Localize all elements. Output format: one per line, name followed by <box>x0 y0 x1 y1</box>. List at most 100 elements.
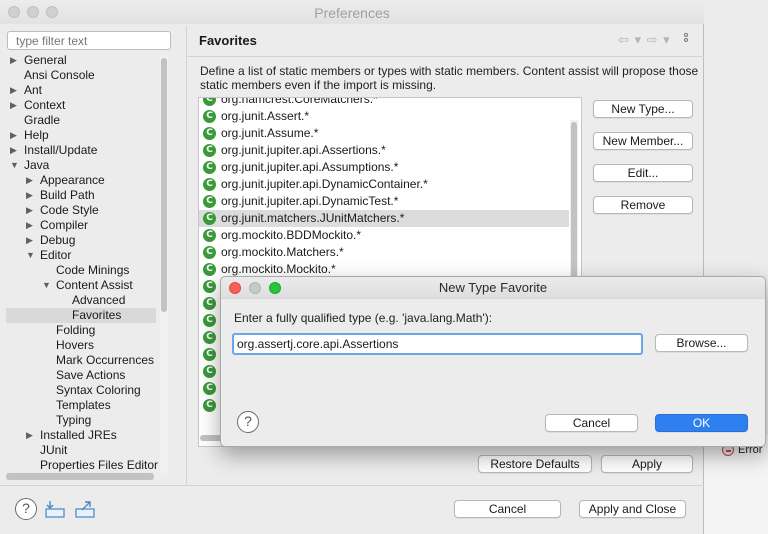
class-icon: C <box>203 195 216 208</box>
tree-item[interactable]: ▶ General <box>6 53 156 68</box>
favorite-row[interactable]: Corg.mockito.BDDMockito.* <box>199 227 569 244</box>
expand-arrow-icon[interactable]: ▶ <box>26 428 33 443</box>
tree-item[interactable]: ▼ Editor <box>6 248 156 263</box>
class-icon: C <box>203 365 216 378</box>
type-name-input[interactable] <box>232 333 643 355</box>
collapse-arrow-icon[interactable]: ▼ <box>26 248 35 263</box>
new-member-button[interactable]: New Member... <box>593 132 693 150</box>
dialog-title: New Type Favorite <box>438 280 548 295</box>
tree-item-label: Debug <box>40 233 76 247</box>
tree-item-label: Content Assist <box>56 278 133 292</box>
class-icon: C <box>203 297 216 310</box>
tree-item[interactable]: Hovers <box>6 338 156 353</box>
expand-arrow-icon[interactable]: ▶ <box>26 218 33 233</box>
expand-arrow-icon[interactable]: ▶ <box>26 188 33 203</box>
expand-arrow-icon[interactable]: ▶ <box>26 233 33 248</box>
collapse-arrow-icon[interactable]: ▼ <box>10 158 19 173</box>
tree-item[interactable]: Save Actions <box>6 368 156 383</box>
sash-divider[interactable] <box>186 26 187 486</box>
new-type-button[interactable]: New Type... <box>593 100 693 118</box>
favorite-label: org.junit.jupiter.api.DynamicContainer.* <box>221 177 428 191</box>
favorites-vertical-scroll-thumb[interactable] <box>571 122 577 282</box>
favorite-label: org.mockito.BDDMockito.* <box>221 228 362 242</box>
tree-item-label: JUnit <box>40 443 68 457</box>
edit-button[interactable]: Edit... <box>593 164 693 182</box>
apply-and-close-button[interactable]: Apply and Close <box>579 500 686 518</box>
class-icon: C <box>203 161 216 174</box>
tree-item-label: Code Minings <box>56 263 130 277</box>
favorite-row[interactable]: Corg.junit.jupiter.api.Assertions.* <box>199 142 569 159</box>
tree-item[interactable]: Templates <box>6 398 156 413</box>
favorite-label: org.junit.jupiter.api.DynamicTest.* <box>221 194 399 208</box>
tree-item[interactable]: ▶ Context <box>6 98 156 113</box>
tree-item[interactable]: ▶ Help <box>6 128 156 143</box>
favorite-row[interactable]: Corg.junit.Assert.* <box>199 108 569 125</box>
help-icon[interactable]: ? <box>15 498 37 520</box>
apply-button[interactable]: Apply <box>601 455 693 473</box>
tree-item[interactable]: ▶ Ant <box>6 83 156 98</box>
export-preferences-icon[interactable] <box>74 498 96 520</box>
dialog-ok-button[interactable]: OK <box>655 414 748 432</box>
forward-arrow-icon[interactable]: ⇨ ▾ <box>647 32 671 47</box>
favorite-row[interactable]: Corg.mockito.Matchers.* <box>199 244 569 261</box>
tree-item[interactable]: Ansi Console <box>6 68 156 83</box>
page-title: Favorites <box>199 33 257 48</box>
view-menu-icon[interactable] <box>684 33 690 47</box>
tree-item[interactable]: Code Minings <box>6 263 156 278</box>
favorite-row[interactable]: Corg.hamcrest.CoreMatchers.* <box>199 98 569 108</box>
tree-item[interactable]: Gradle <box>6 113 156 128</box>
tree-item[interactable]: ▶ Code Style <box>6 203 156 218</box>
tree-item[interactable]: JUnit <box>6 443 156 458</box>
tree-item[interactable]: ▶ Installed JREs <box>6 428 156 443</box>
filter-input[interactable] <box>7 31 171 50</box>
tree-item-label: Typing <box>56 413 92 427</box>
tree-item[interactable]: Folding <box>6 323 156 338</box>
remove-button[interactable]: Remove <box>593 196 693 214</box>
collapse-arrow-icon[interactable]: ▼ <box>42 278 51 293</box>
class-icon: C <box>203 382 216 395</box>
favorite-row[interactable]: Corg.junit.jupiter.api.DynamicTest.* <box>199 193 569 210</box>
tree-item[interactable]: Favorites <box>6 308 156 323</box>
favorite-row[interactable]: Corg.junit.jupiter.api.DynamicContainer.… <box>199 176 569 193</box>
dialog-titlebar: New Type Favorite <box>221 277 765 299</box>
favorite-row[interactable]: Corg.junit.matchers.JUnitMatchers.* <box>199 210 569 227</box>
tree-vertical-scroll-thumb[interactable] <box>161 58 167 312</box>
dialog-cancel-button[interactable]: Cancel <box>545 414 638 432</box>
cancel-button[interactable]: Cancel <box>454 500 561 518</box>
tree-item[interactable]: ▶ Debug <box>6 233 156 248</box>
expand-arrow-icon[interactable]: ▶ <box>26 173 33 188</box>
tree-item-label: Appearance <box>40 173 105 187</box>
tree-item[interactable]: ▼ Java <box>6 158 156 173</box>
tree-item[interactable]: ▼ Content Assist <box>6 278 156 293</box>
dialog-help-icon[interactable]: ? <box>237 411 259 433</box>
class-icon: C <box>203 348 216 361</box>
favorite-label: org.junit.matchers.JUnitMatchers.* <box>221 211 405 225</box>
favorite-row[interactable]: Corg.junit.Assume.* <box>199 125 569 142</box>
expand-arrow-icon[interactable]: ▶ <box>10 98 17 113</box>
favorite-row[interactable]: Corg.junit.jupiter.api.Assumptions.* <box>199 159 569 176</box>
class-icon: C <box>203 399 216 412</box>
tree-item[interactable]: Advanced <box>6 293 156 308</box>
class-icon: C <box>203 280 216 293</box>
expand-arrow-icon[interactable]: ▶ <box>10 143 17 158</box>
tree-item[interactable]: ▶ Build Path <box>6 188 156 203</box>
tree-item[interactable]: Properties Files Editor <box>6 458 158 473</box>
expand-arrow-icon[interactable]: ▶ <box>10 83 17 98</box>
import-preferences-icon[interactable] <box>44 498 66 520</box>
tree-item[interactable]: Mark Occurrences <box>6 353 156 368</box>
tree-item[interactable]: ▶ Compiler <box>6 218 156 233</box>
tree-item[interactable]: ▶ Appearance <box>6 173 156 188</box>
class-icon: C <box>203 246 216 259</box>
tree-item[interactable]: ▶ Install/Update <box>6 143 156 158</box>
browse-button[interactable]: Browse... <box>655 334 748 352</box>
restore-defaults-button[interactable]: Restore Defaults <box>478 455 592 473</box>
tree-item-label: Templates <box>56 398 111 412</box>
expand-arrow-icon[interactable]: ▶ <box>10 128 17 143</box>
tree-item[interactable]: Typing <box>6 413 156 428</box>
expand-arrow-icon[interactable]: ▶ <box>10 53 17 68</box>
tree-item[interactable]: Syntax Coloring <box>6 383 156 398</box>
class-icon: C <box>203 314 216 327</box>
expand-arrow-icon[interactable]: ▶ <box>26 203 33 218</box>
back-arrow-icon[interactable]: ⇦ ▾ <box>618 32 642 47</box>
tree-horizontal-scroll-thumb[interactable] <box>6 473 154 480</box>
